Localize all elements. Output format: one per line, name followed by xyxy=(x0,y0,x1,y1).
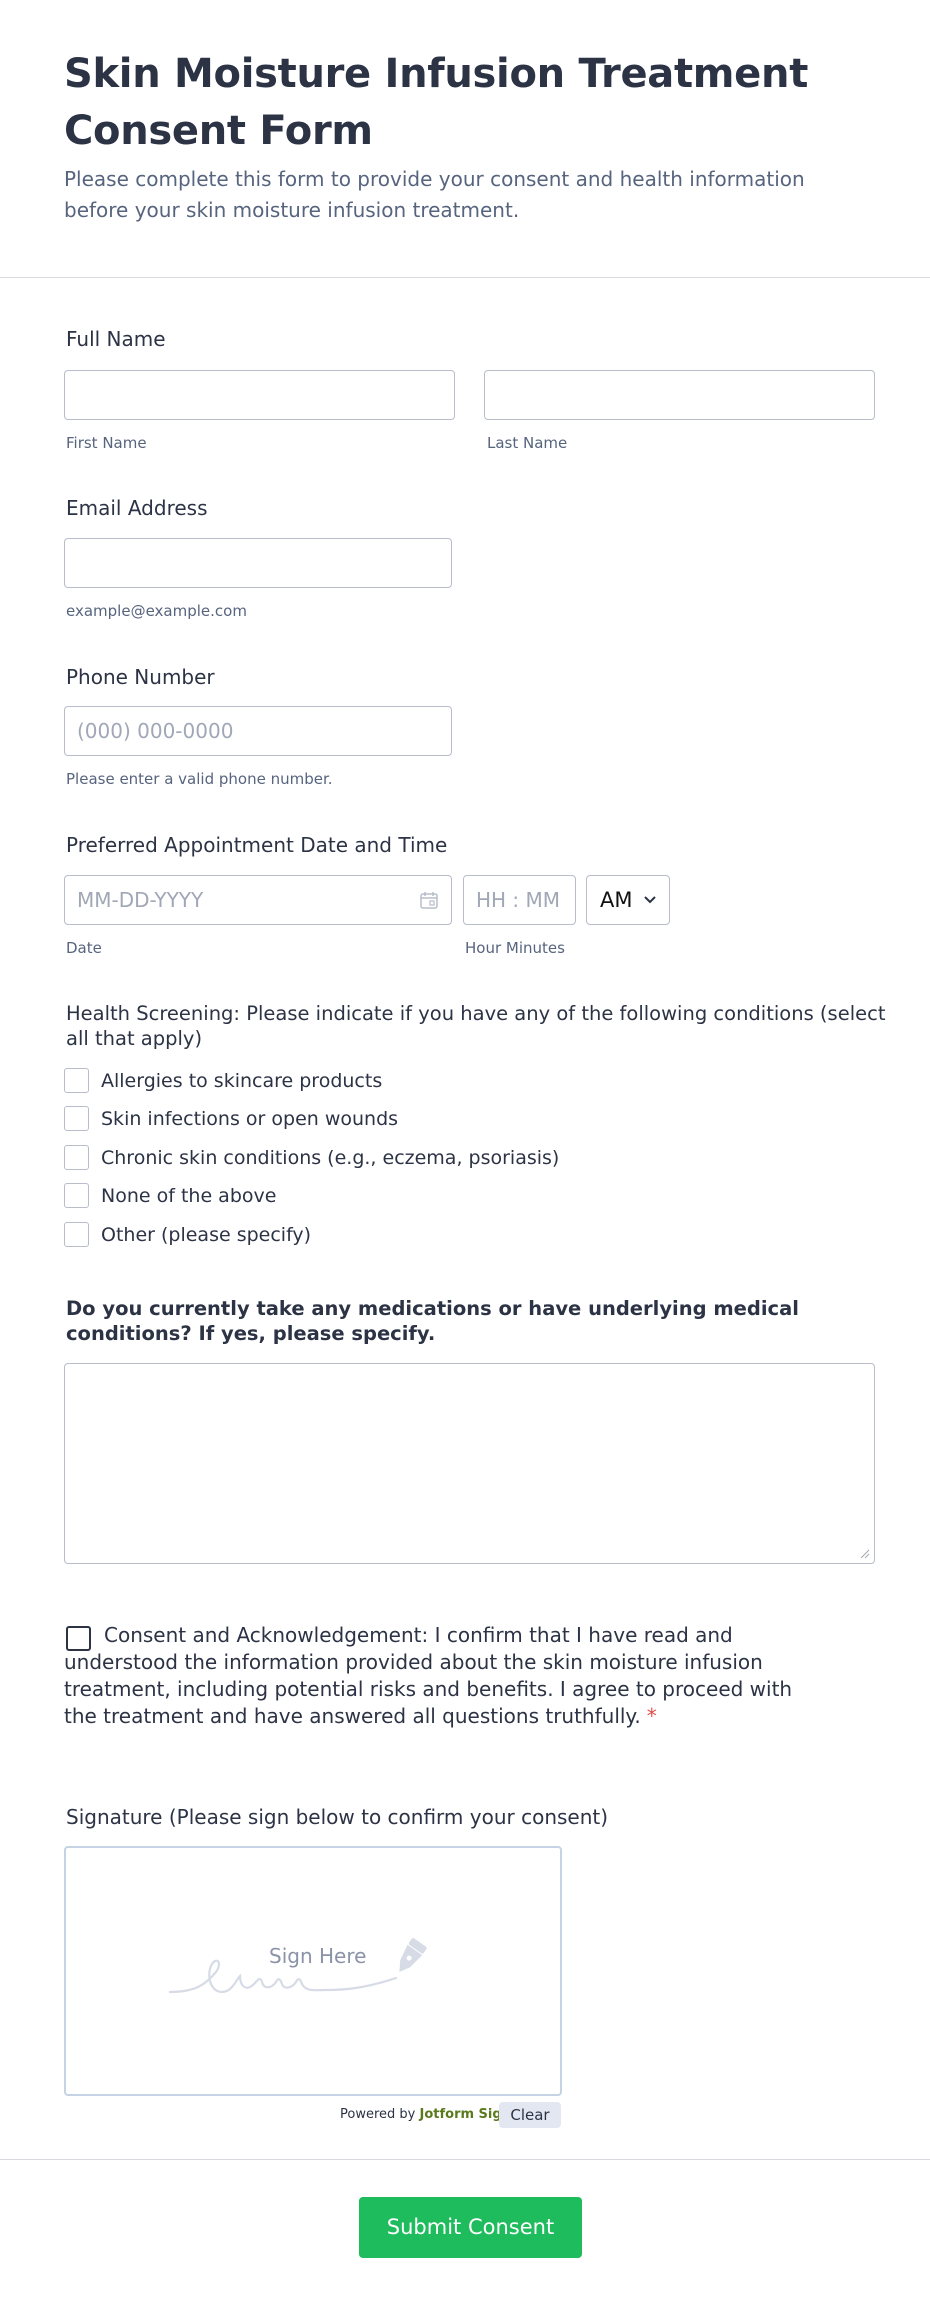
time-placeholder: HH : MM xyxy=(476,888,561,912)
resize-handle-icon[interactable] xyxy=(860,1549,870,1559)
date-input[interactable]: MM-DD-YYYY xyxy=(64,875,452,925)
consent-text: Consent and Acknowledgement: I confirm t… xyxy=(64,1622,794,1730)
checkbox[interactable] xyxy=(64,1145,89,1170)
medications-label: Do you currently take any medications or… xyxy=(66,1297,799,1345)
clear-signature-button[interactable]: Clear xyxy=(499,2102,561,2128)
first-name-input[interactable] xyxy=(64,370,455,420)
checkbox[interactable] xyxy=(64,1106,89,1131)
form-subtitle: Please complete this form to provide you… xyxy=(64,167,805,222)
last-name-sublabel: Last Name xyxy=(487,434,568,452)
health-option-label: Allergies to skincare products xyxy=(101,1070,383,1092)
phone-input[interactable]: (000) 000-0000 xyxy=(64,706,452,756)
health-option-label: Skin infections or open wounds xyxy=(101,1108,399,1130)
appointment-label: Preferred Appointment Date and Time xyxy=(66,833,448,857)
phone-label: Phone Number xyxy=(66,665,215,689)
health-screening-label: Health Screening: Please indicate if you… xyxy=(66,1002,886,1050)
first-name-sublabel: First Name xyxy=(66,434,147,452)
footer-divider xyxy=(0,2159,930,2160)
ampm-select[interactable]: AM xyxy=(586,875,670,925)
ampm-value: AM xyxy=(600,888,633,912)
submit-button[interactable]: Submit Consent xyxy=(359,2197,582,2258)
phone-sublabel: Please enter a valid phone number. xyxy=(66,770,333,788)
checkbox[interactable] xyxy=(64,1222,89,1247)
calendar-icon[interactable] xyxy=(419,890,439,910)
form-header: Skin Moisture Infusion Treatment Consent… xyxy=(0,0,930,278)
date-sublabel: Date xyxy=(66,939,102,957)
health-option-label: Other (please specify) xyxy=(101,1224,312,1246)
email-label: Email Address xyxy=(66,496,208,520)
chevron-down-icon xyxy=(644,896,656,904)
signature-pad[interactable]: Sign Here xyxy=(64,1846,562,2096)
consent-label: Consent and Acknowledgement: I confirm t… xyxy=(64,1623,793,1728)
email-input[interactable] xyxy=(64,538,452,588)
signature-label: Signature (Please sign below to confirm … xyxy=(66,1805,609,1829)
time-input[interactable]: HH : MM xyxy=(463,875,576,925)
email-sublabel: example@example.com xyxy=(66,602,247,620)
medications-textarea[interactable] xyxy=(64,1363,875,1564)
time-sublabel: Hour Minutes xyxy=(465,939,565,957)
form-title: Skin Moisture Infusion Treatment Consent… xyxy=(64,51,809,154)
full-name-label: Full Name xyxy=(66,327,166,351)
sign-here-text: Sign Here xyxy=(269,1944,367,1968)
checkbox[interactable] xyxy=(64,1183,89,1208)
powered-by-text: Powered by xyxy=(340,2107,416,2122)
health-option-label: Chronic skin conditions (e.g., eczema, p… xyxy=(101,1147,560,1169)
phone-placeholder: (000) 000-0000 xyxy=(77,719,234,743)
checkbox[interactable] xyxy=(64,1068,89,1093)
health-option-label: None of the above xyxy=(101,1185,277,1207)
powered-by: Powered by Jotform Sign xyxy=(340,2107,511,2122)
required-mark: * xyxy=(646,1704,657,1728)
last-name-input[interactable] xyxy=(484,370,875,420)
date-placeholder: MM-DD-YYYY xyxy=(77,888,204,912)
jotform-sign-link[interactable]: Jotform Sign xyxy=(420,2107,511,2122)
